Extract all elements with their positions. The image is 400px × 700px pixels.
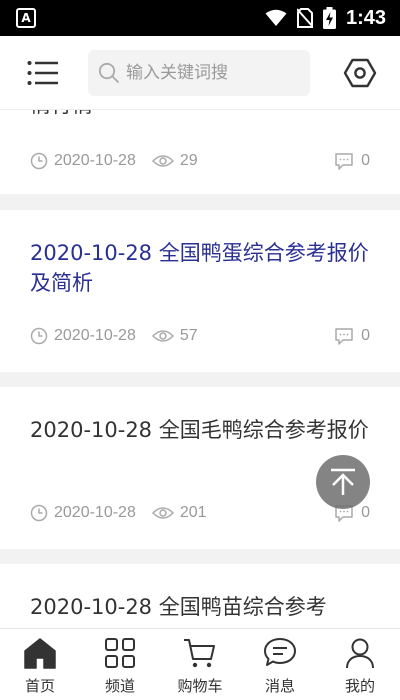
comment-count: 0 [361,504,370,521]
article-meta: 2020-10-28 201 0 [30,502,370,524]
nav-profile[interactable]: 我的 [320,629,400,700]
search-input[interactable] [126,62,296,83]
view-count: 29 [179,152,198,169]
article-title[interactable]: 情行情 [30,110,370,120]
article-date: 2020-10-28 [54,152,136,169]
article-date: 2020-10-28 [54,504,136,521]
eye-icon [151,329,174,343]
hexagon-settings-icon [343,58,377,87]
menu-button[interactable] [22,52,64,94]
cart-icon [184,639,215,668]
app-notification-icon: A [16,8,36,28]
clock-time: 1:43 [345,6,386,29]
clock-icon [30,152,48,170]
article-meta: 2020-10-28 29 0 [30,150,370,172]
article-card[interactable]: 2020-10-28 全国鸭蛋综合参考报价及简析 2020-10-28 57 0 [0,210,400,372]
nav-label: 首页 [24,677,55,695]
article-card[interactable]: 情行情 2020-10-28 29 0 [0,110,400,194]
nav-messages[interactable]: 消息 [240,629,320,700]
nav-label: 购物车 [177,677,223,695]
article-date: 2020-10-28 [54,327,136,344]
article-title[interactable]: 2020-10-28 全国鸭苗综合参考 [30,592,370,622]
nav-label: 我的 [344,677,375,695]
clock-icon [30,327,48,345]
back-to-top-button[interactable] [316,455,370,509]
top-header [0,36,400,110]
comment-count: 0 [361,327,370,344]
grid-icon [105,638,135,668]
article-feed[interactable]: 情行情 2020-10-28 29 0 [0,110,400,628]
comment-counter[interactable]: 0 [335,327,370,345]
status-bar: A 1:43 [0,0,400,36]
message-icon [264,638,296,666]
menu-icon [27,60,58,85]
view-count: 57 [179,327,198,344]
article-card[interactable]: 2020-10-28 全国鸭苗综合参考 [0,564,400,628]
nav-cart[interactable]: 购物车 [160,629,240,700]
wifi-icon [265,9,287,26]
nav-channels[interactable]: 频道 [80,629,160,700]
comment-icon [335,152,353,170]
eye-icon [151,154,174,168]
nav-label: 消息 [264,677,295,695]
view-count: 201 [179,504,207,521]
arrow-up-to-top-icon [331,468,355,495]
battery-charging-icon [322,7,336,29]
settings-button[interactable] [340,53,380,93]
article-title[interactable]: 2020-10-28 全国毛鸭综合参考报价 [30,415,370,445]
search-box[interactable] [88,49,310,96]
nav-label: 频道 [104,677,135,695]
eye-icon [151,506,174,520]
comment-counter[interactable]: 0 [335,152,370,170]
article-meta: 2020-10-28 57 0 [30,325,370,347]
nav-home[interactable]: 首页 [0,629,80,700]
comment-count: 0 [361,152,370,169]
bottom-navigation: 首页 频道 购物车 消息 我的 [0,628,400,700]
clock-icon [30,504,48,522]
no-sim-icon [296,8,313,28]
article-title[interactable]: 2020-10-28 全国鸭蛋综合参考报价及简析 [30,238,370,298]
user-icon [346,638,374,669]
search-icon [98,62,120,83]
comment-icon [335,327,353,345]
home-icon [24,638,56,669]
